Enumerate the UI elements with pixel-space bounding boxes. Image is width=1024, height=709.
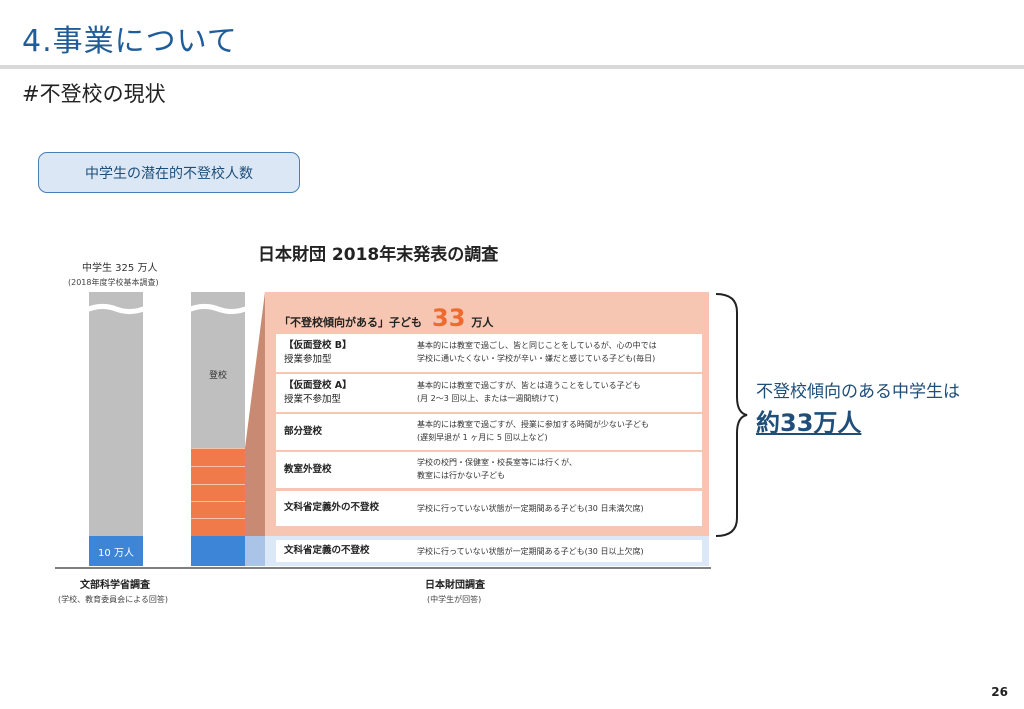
row-label: 文科省定義の不登校 (284, 545, 370, 556)
row-label: 【仮面登校 A】 (284, 380, 352, 391)
panel-heading-suffix: 万人 (471, 316, 494, 329)
row-description: 学校に通いたくない・学校が辛い・嫌だと感じている子ども(毎日) (417, 354, 656, 363)
panel-row: 【仮面登校 A】 授業不参加型 基本的には教室で過ごすが、皆とは違うことをしてい… (276, 374, 702, 412)
orange-segment (191, 501, 245, 518)
panel-heading: 「不登校傾向がある」子ども 33 万人 (279, 304, 493, 332)
row-label: 教室外登校 (284, 464, 332, 475)
row-label: 【仮面登校 B】 (284, 340, 352, 351)
baseline (55, 567, 711, 569)
callout-text: 不登校傾向のある中学生は (756, 382, 960, 402)
axis-break-right (186, 303, 250, 315)
orange-segment (191, 466, 245, 484)
panel-row: 文科省定義外の不登校 学校に行っていない状態が一定期間ある子ども(30 日未満欠… (276, 491, 702, 526)
orange-segment (191, 448, 245, 466)
row-label: 部分登校 (284, 426, 323, 437)
official-row: 文科省定義の不登校 学校に行っていない状態が一定期間ある子ども(30 日以上欠席… (276, 540, 702, 562)
official-count-bar: 10 万人 (89, 536, 143, 566)
survey-figure: 日本財団 2018年末発表の調査 中学生 325 万人 (2018年度学校基本調… (0, 0, 1024, 709)
official-segment (191, 536, 245, 566)
orange-segment (191, 484, 245, 501)
connector-wedge (245, 292, 265, 566)
row-description: 学校に行っていない状態が一定期間ある子ども(30 日以上欠席) (417, 547, 644, 556)
left-footer-note: (学校、教育委員会による回答) (58, 595, 169, 604)
callout-emphasis: 約33万人 (756, 409, 862, 437)
row-sublabel: 授業不参加型 (284, 394, 342, 405)
row-description: 基本的には教室で過ごすが、皆とは違うことをしている子ども (417, 381, 641, 390)
total-students-label: 中学生 325 万人 (82, 263, 158, 274)
left-footer-title: 文部科学省調査 (80, 580, 150, 591)
row-description: 基本的には教室で過ごし、皆と同じことをしているが、心の中では (417, 341, 657, 350)
row-description: 学校に行っていない状態が一定期間ある子ども(30 日未満欠席) (417, 504, 644, 513)
left-total-bar (89, 292, 143, 536)
total-students-source: (2018年度学校基本調査) (68, 278, 159, 287)
panel-row: 教室外登校 学校の校門・保健室・校長室等には行くが、 教室には行かない子ども (276, 452, 702, 488)
page-number: 26 (991, 685, 1008, 699)
panel-heading-number: 33 (432, 304, 466, 332)
row-description: (遅刻早退が 1 ヶ月に 5 回以上など) (417, 433, 548, 442)
right-footer-title: 日本財団調査 (425, 580, 485, 591)
row-description: 基本的には教室で過ごすが、授業に参加する時間が少ない子ども (417, 420, 649, 429)
panel-row: 部分登校 基本的には教室で過ごすが、授業に参加する時間が少ない子ども (遅刻早退… (276, 414, 702, 450)
attend-label: 登校 (209, 371, 228, 381)
axis-break-left (84, 303, 148, 315)
row-description: (月 2〜3 回以上、または一週間続けて) (417, 394, 559, 403)
survey-title: 日本財団 2018年末発表の調査 (258, 245, 499, 265)
right-footer-note: (中学生が回答) (427, 595, 482, 604)
row-label: 文科省定義外の不登校 (284, 502, 380, 513)
curly-brace (715, 293, 748, 537)
row-sublabel: 授業参加型 (284, 354, 332, 365)
row-description: 学校の校門・保健室・校長室等には行くが、 (417, 458, 577, 467)
row-description: 教室には行かない子ども (417, 471, 505, 480)
panel-row: 【仮面登校 B】 授業参加型 基本的には教室で過ごし、皆と同じことをしているが、… (276, 334, 702, 372)
official-count-label: 10 万人 (98, 547, 134, 559)
panel-heading-prefix: 「不登校傾向がある」子ども (279, 316, 422, 329)
orange-segment (191, 518, 245, 536)
